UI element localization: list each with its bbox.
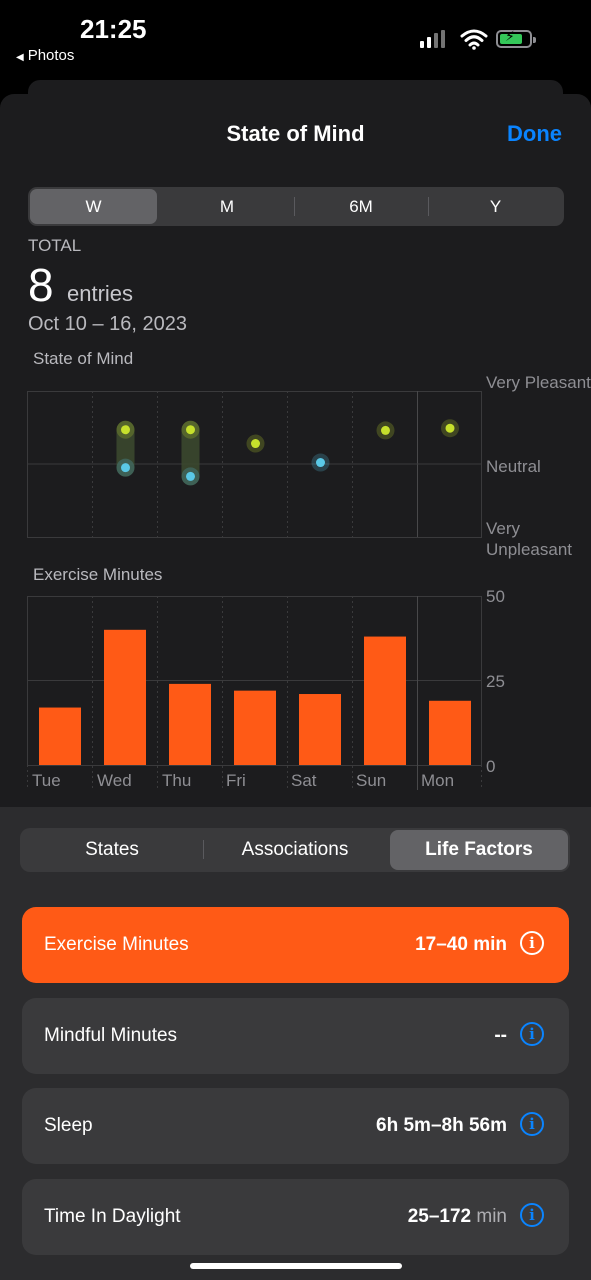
home-indicator[interactable] [190,1263,402,1269]
tab-associations[interactable]: Associations [204,830,386,870]
info-icon[interactable]: i [520,1022,544,1046]
y-tick-25: 25 [486,672,505,691]
factor-row-time-in-daylight[interactable]: Time In Daylight 25–172 min i [22,1179,569,1255]
x-label-sun: Sun [356,771,387,790]
x-label-fri: Fri [226,771,246,790]
exercise-bar-fri [234,690,276,765]
factor-value-unit: min [476,1206,507,1227]
exercise-bar-sun [364,636,406,765]
factor-row-exercise-minutes[interactable]: Exercise Minutes 17–40 min i [22,907,569,983]
x-label-thu: Thu [162,771,192,790]
y-tick-50: 50 [486,587,505,606]
factor-label: Sleep [44,1115,93,1136]
factor-value: 25–172 min [408,1179,507,1255]
factor-value-text: 6h 5m–8h 56m [376,1115,507,1136]
info-icon[interactable]: i [520,1203,544,1227]
info-icon[interactable]: i [520,1112,544,1136]
factor-row-sleep[interactable]: Sleep 6h 5m–8h 56m i [22,1088,569,1164]
info-icon[interactable]: i [520,931,544,955]
factor-value-text: 25–172 [407,1206,472,1227]
factor-value: -- [494,998,507,1074]
exercise-bar-sat [299,694,341,765]
exercise-bar-wed [104,629,146,765]
exercise-bar-thu [169,683,211,765]
exercise-bar-mon [429,700,471,765]
factor-row-mindful-minutes[interactable]: Mindful Minutes -- i [22,998,569,1074]
y-tick-0: 0 [486,757,496,776]
x-label-sat: Sat [291,771,317,790]
x-label-wed: Wed [97,771,132,790]
factor-value-text: 17–40 min [415,934,507,955]
tab-states[interactable]: States [22,830,202,870]
factor-value: 17–40 min [415,907,507,983]
factor-value-text: -- [494,1025,507,1046]
x-label-tue: Tue [32,771,61,790]
tab-life-factors[interactable]: Life Factors [390,830,568,870]
exercise-bar-tue [39,707,81,765]
factor-label: Mindful Minutes [44,1025,178,1046]
x-label-mon: Mon [421,771,455,790]
factor-segmented-control: States Associations Life Factors [20,828,570,872]
factor-label: Exercise Minutes [44,934,189,955]
factor-label: Time In Daylight [44,1206,181,1227]
factor-value: 6h 5m–8h 56m [376,1088,507,1164]
